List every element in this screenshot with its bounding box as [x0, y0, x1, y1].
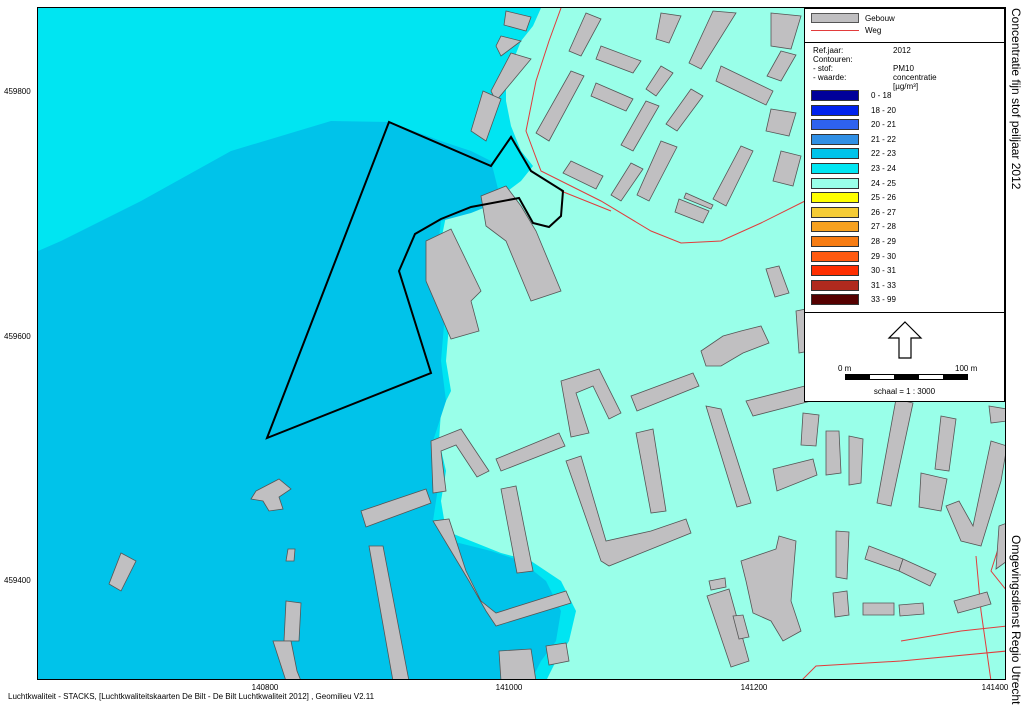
class-label: 30 - 31: [871, 266, 896, 276]
meta-stof: - stof: PM10: [813, 64, 914, 73]
class-color-swatch: [811, 236, 859, 247]
scale-ratio-label: schaal = 1 : 3000: [873, 387, 936, 396]
legend-class-row: 33 - 99: [811, 294, 896, 306]
legend-class-row: 23 - 24: [811, 163, 896, 174]
class-color-swatch: [811, 206, 859, 218]
building-swatch: [811, 13, 859, 23]
class-color-swatch: [811, 221, 859, 233]
class-color-swatch: [811, 279, 859, 291]
x-tick-label: 141400: [981, 683, 1009, 692]
building: [862, 602, 895, 616]
class-label: 26 - 27: [871, 207, 896, 217]
building: [800, 412, 820, 447]
footer-source: Luchtkwaliteit - STACKS, [Luchtkwaliteit…: [8, 692, 375, 701]
legend-class-row: 21 - 22: [811, 133, 896, 145]
class-label: 27 - 28: [871, 222, 896, 232]
building: [825, 430, 842, 476]
class-color-swatch: [811, 163, 859, 174]
legend-panel: Gebouw Weg Ref.jaar: 2012 Contouren: - s…: [804, 8, 1005, 402]
legend-north-scale: 0 m 100 m schaal = 1 : 3000: [805, 312, 1004, 402]
legend-class-row: 24 - 25: [811, 177, 896, 189]
meta-ref-value: 2012: [893, 46, 911, 55]
class-label: 18 - 20: [871, 105, 896, 115]
scale-bar: [845, 374, 968, 380]
legend-class-row: 18 - 20: [811, 104, 896, 116]
road-line-swatch: [811, 30, 859, 31]
class-color-swatch: [811, 192, 859, 204]
organization-label: Omgevingsdienst Regio Utrecht: [1009, 535, 1023, 705]
scale-segment: [942, 375, 968, 379]
legend-class-row: 30 - 31: [811, 265, 896, 277]
building: [832, 590, 850, 618]
legend-class-row: 20 - 21: [811, 119, 896, 131]
class-label: 21 - 22: [871, 134, 896, 144]
class-color-swatch: [811, 148, 859, 160]
meta-waarde-value: concentratie [µg/m³]: [893, 73, 937, 91]
map-title: Concentratie fijn stof peiljaar 2012: [1009, 8, 1023, 190]
legend-layer-building: Gebouw: [811, 13, 895, 23]
legend-layer-road: Weg: [811, 26, 881, 35]
scale-start-label: 0 m: [838, 364, 852, 373]
building: [988, 405, 1005, 424]
class-color-swatch: [811, 119, 859, 131]
legend-class-row: 31 - 33: [811, 279, 896, 291]
meta-ref: Ref.jaar: 2012: [813, 46, 911, 55]
class-color-swatch: [811, 133, 859, 145]
meta-contours: Contouren:: [813, 55, 853, 64]
class-label: 24 - 25: [871, 178, 896, 188]
x-tick-label: 141200: [740, 683, 768, 692]
legend-layer-label: Weg: [865, 26, 882, 35]
x-tick-label: 140800: [251, 683, 279, 692]
legend-layer-label: Gebouw: [865, 13, 895, 23]
legend-class-row: 0 - 18: [811, 90, 891, 101]
north-arrow-icon: [887, 321, 923, 359]
scale-end-label: 100 m: [955, 364, 978, 373]
class-label: 33 - 99: [871, 295, 896, 305]
class-color-swatch: [811, 90, 859, 101]
building: [898, 602, 925, 617]
class-label: 28 - 29: [871, 237, 896, 246]
legend-class-row: 22 - 23: [811, 148, 896, 160]
class-color-swatch: [811, 177, 859, 189]
scale-segment: [846, 375, 871, 379]
class-color-swatch: [811, 294, 859, 306]
legend-classes: Ref.jaar: 2012 Contouren: - stof: PM10 -…: [805, 42, 1004, 313]
building: [835, 530, 850, 580]
class-label: 29 - 30: [871, 251, 896, 261]
y-tick-label: 459400: [4, 576, 31, 585]
building: [498, 648, 537, 679]
legend-class-row: 27 - 28: [811, 221, 896, 233]
y-tick-label: 459800: [4, 87, 31, 96]
class-color-swatch: [811, 104, 859, 116]
legend-class-row: 28 - 29: [811, 236, 896, 247]
legend-layers: Gebouw Weg: [805, 9, 1004, 43]
class-label: 31 - 33: [871, 280, 896, 290]
meta-waarde-label: - waarde:: [813, 73, 847, 82]
class-label: 22 - 23: [871, 149, 896, 159]
scale-segment: [919, 375, 943, 379]
meta-ref-label: Ref.jaar:: [813, 46, 844, 55]
scale-segment: [894, 375, 919, 379]
class-color-swatch: [811, 250, 859, 262]
meta-contours-label: Contouren:: [813, 55, 853, 64]
meta-waarde: - waarde: concentratie [µg/m³]: [813, 73, 937, 91]
class-color-swatch: [811, 265, 859, 277]
x-tick-label: 141000: [495, 683, 523, 692]
legend-class-row: 29 - 30: [811, 250, 896, 262]
building: [848, 435, 864, 486]
building: [285, 548, 296, 562]
building: [545, 642, 570, 666]
legend-class-row: 26 - 27: [811, 206, 896, 218]
class-label: 0 - 18: [871, 91, 892, 100]
class-label: 20 - 21: [871, 120, 896, 130]
y-tick-label: 459600: [4, 332, 31, 341]
scale-segment: [870, 375, 894, 379]
legend-class-row: 25 - 26: [811, 192, 896, 204]
class-label: 23 - 24: [871, 164, 896, 173]
meta-stof-label: - stof:: [813, 64, 834, 73]
class-label: 25 - 26: [871, 193, 896, 203]
building: [283, 600, 302, 642]
meta-stof-value: PM10: [893, 64, 914, 73]
